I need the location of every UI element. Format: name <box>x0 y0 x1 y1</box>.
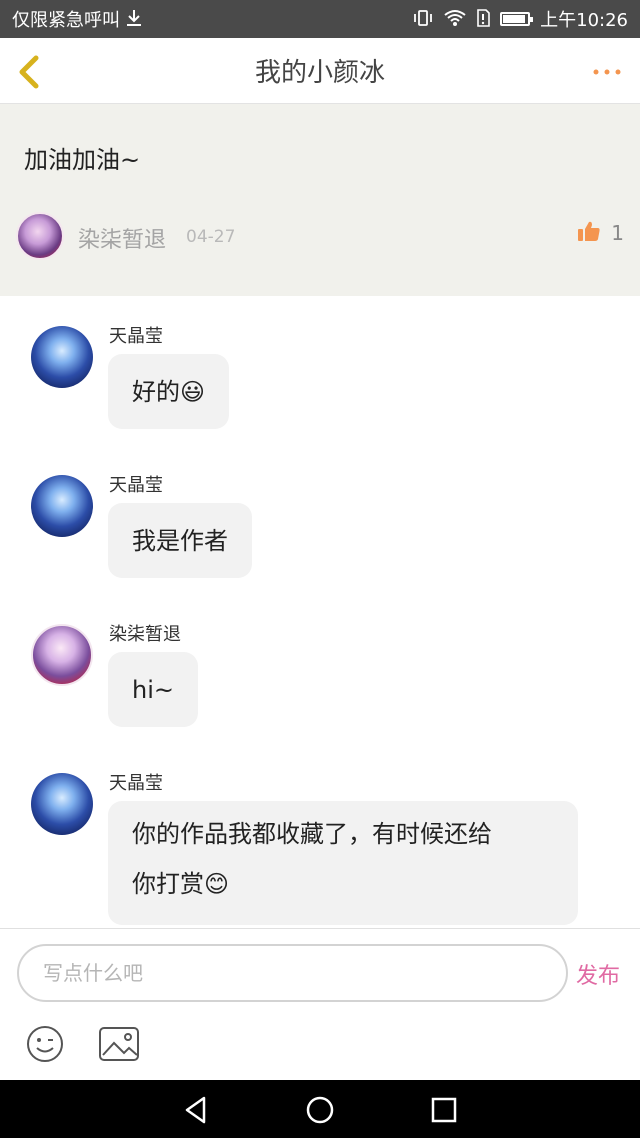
message-line: 你的作品我都收藏了，有时候还给 <box>132 820 492 848</box>
nav-back-icon[interactable] <box>180 1093 214 1127</box>
sender-name: 天晶莹 <box>109 773 163 794</box>
page-title: 我的小颜冰 <box>254 58 385 88</box>
sim-alert-icon <box>476 8 490 30</box>
more-options-icon[interactable] <box>592 56 622 82</box>
system-nav-bar <box>0 1080 640 1138</box>
back-arrow-icon[interactable] <box>10 52 50 92</box>
like-count: 1 <box>611 221 624 245</box>
vibrate-icon <box>412 9 434 30</box>
status-right: 上午10:26 <box>412 6 628 32</box>
original-post: 加油加油~ 染柒暂退 04-27 1 <box>0 104 640 296</box>
carrier-text: 仅限紧急呼叫 <box>12 10 120 31</box>
battery-icon <box>500 12 534 26</box>
post-date: 04-27 <box>186 227 236 247</box>
status-bar: 仅限紧急呼叫 上午10:26 <box>0 0 640 38</box>
wifi-icon <box>444 9 466 30</box>
post-author-name[interactable]: 染柒暂退 <box>78 222 166 254</box>
emoji-icon[interactable] <box>25 1022 69 1066</box>
sender-name: 染柒暂退 <box>109 624 181 645</box>
message-bubble[interactable]: 我是作者 <box>108 503 252 578</box>
sender-name: 天晶莹 <box>109 475 163 496</box>
app-header: 我的小颜冰 <box>0 38 640 104</box>
nav-home-icon[interactable] <box>303 1093 337 1127</box>
avatar[interactable] <box>31 475 93 537</box>
download-icon <box>126 9 142 30</box>
image-icon[interactable] <box>97 1022 141 1066</box>
avatar[interactable] <box>31 326 93 388</box>
post-author-avatar[interactable] <box>16 212 64 260</box>
composer-divider <box>0 928 640 929</box>
message-bubble[interactable]: 你的作品我都收藏了，有时候还给 你打赏😊 <box>108 801 578 925</box>
nav-recents-icon[interactable] <box>427 1093 461 1127</box>
publish-button[interactable]: 发布 <box>576 958 620 990</box>
message-bubble[interactable]: hi~ <box>108 652 198 727</box>
clock: 上午10:26 <box>540 10 628 31</box>
avatar[interactable] <box>31 624 93 686</box>
like-button[interactable]: 1 <box>577 220 624 246</box>
message-bubble[interactable]: 好的😃 <box>108 354 230 429</box>
sender-name: 天晶莹 <box>109 326 163 347</box>
comment-input[interactable] <box>17 944 568 1002</box>
status-left: 仅限紧急呼叫 <box>12 6 142 32</box>
avatar[interactable] <box>31 773 93 835</box>
post-text: 加油加油~ <box>24 146 141 174</box>
thumbs-up-icon <box>577 220 601 246</box>
message-line: 你打赏😊 <box>132 870 230 898</box>
